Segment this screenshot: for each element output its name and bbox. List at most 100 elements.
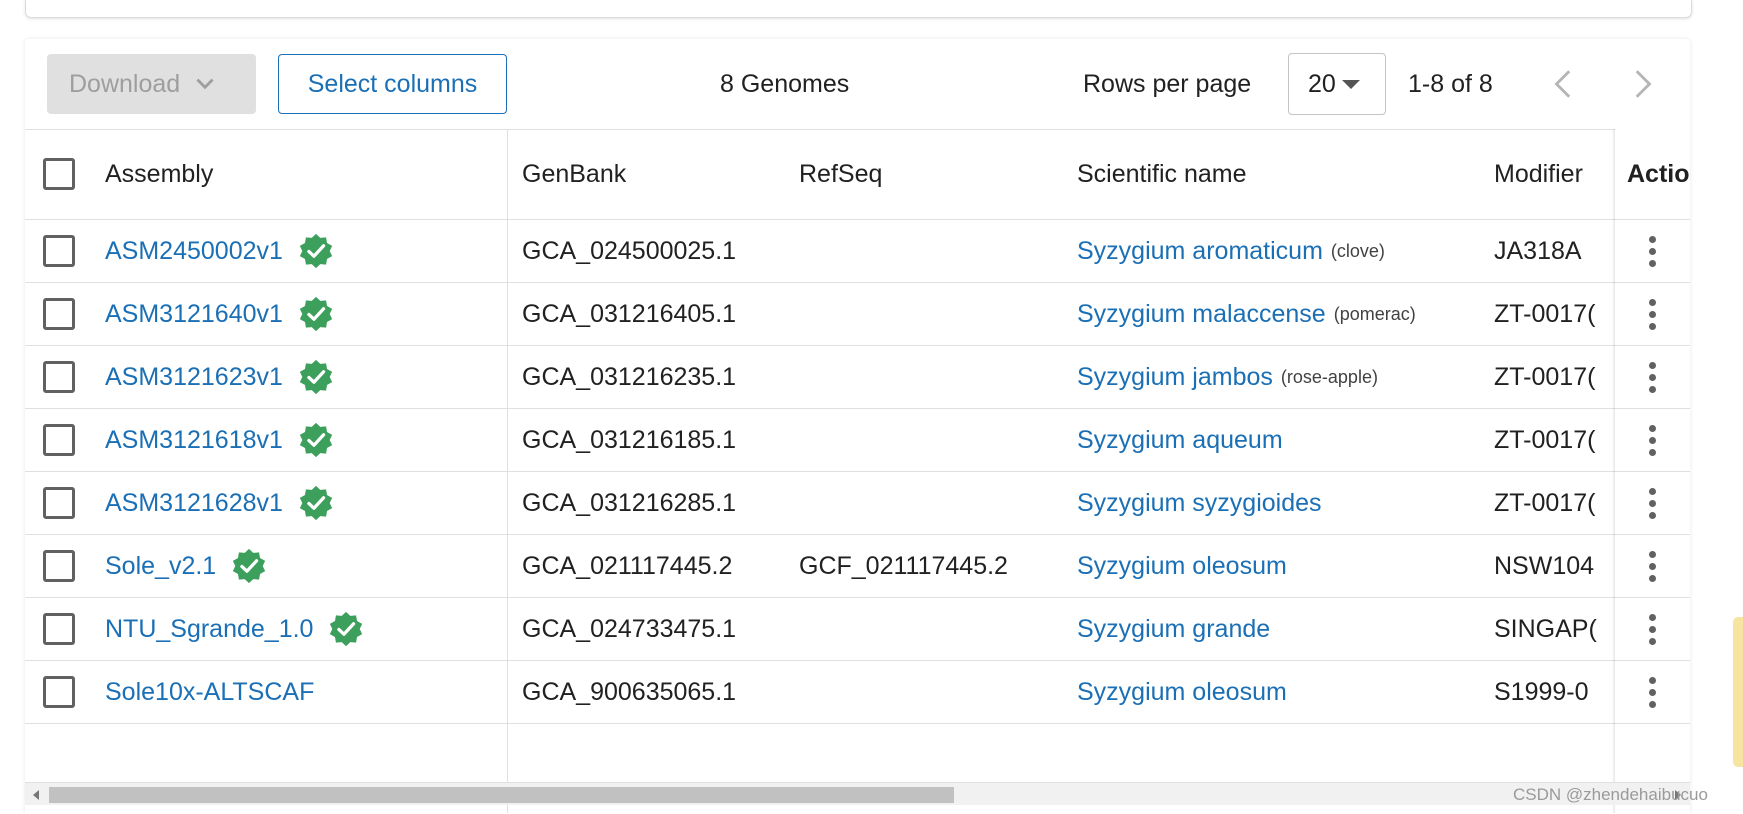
assembly-link[interactable]: Sole_v2.1 xyxy=(105,552,216,581)
column-header-scientific-name[interactable]: Scientific name xyxy=(1077,129,1497,219)
scientific-name-cell: Syzygium grande xyxy=(1077,598,1497,660)
scientific-name-link[interactable]: Syzygium aromaticum xyxy=(1077,237,1323,266)
verified-badge-icon xyxy=(330,611,363,647)
refseq-cell xyxy=(799,283,1064,345)
assembly-link[interactable]: ASM3121640v1 xyxy=(105,300,283,329)
modifier-cell: ZT-0017( xyxy=(1494,425,1596,454)
actions-cell xyxy=(1615,283,1690,345)
download-button-label: Download xyxy=(69,69,181,98)
table-row: Sole_v2.1 GCA_021117445.2 GCF_021117445.… xyxy=(25,535,1690,598)
row-checkbox[interactable] xyxy=(43,424,75,456)
column-header-assembly[interactable]: Assembly xyxy=(105,129,505,219)
scientific-name-link[interactable]: Syzygium aqueum xyxy=(1077,426,1283,455)
scientific-name-link[interactable]: Syzygium jambos xyxy=(1077,363,1273,392)
sticky-column-shadow xyxy=(1612,129,1615,813)
assembly-link[interactable]: ASM2450002v1 xyxy=(105,237,283,266)
verified-badge-icon xyxy=(299,422,333,458)
next-page-button[interactable] xyxy=(1618,61,1664,107)
scientific-name-link[interactable]: Syzygium grande xyxy=(1077,615,1270,644)
more-vert-icon[interactable] xyxy=(1649,359,1657,395)
more-vert-icon[interactable] xyxy=(1649,548,1657,584)
common-name: (pomerac) xyxy=(1333,303,1416,324)
scientific-name-link[interactable]: Syzygium oleosum xyxy=(1077,678,1287,707)
horizontal-scrollbar[interactable] xyxy=(25,782,1690,805)
assembly-cell: ASM2450002v1 xyxy=(105,220,505,282)
row-check-cell xyxy=(43,283,83,345)
row-check-cell xyxy=(43,598,83,660)
row-check-cell xyxy=(43,346,83,408)
row-check-cell xyxy=(43,535,83,597)
chevron-down-icon xyxy=(196,78,214,90)
common-name: (clove) xyxy=(1330,240,1385,261)
watermark: CSDN @zhendehaibucuo xyxy=(1513,785,1708,804)
row-checkbox[interactable] xyxy=(43,487,75,519)
table-toolbar: Download Select columns 8 Genomes Rows p… xyxy=(25,39,1690,130)
assembly-cell: Sole_v2.1 xyxy=(105,535,505,597)
assembly-link[interactable]: ASM3121618v1 xyxy=(105,426,283,455)
refseq-cell xyxy=(799,661,1064,723)
select-all-cell xyxy=(43,129,83,219)
more-vert-icon[interactable] xyxy=(1649,422,1657,458)
column-header-refseq[interactable]: RefSeq xyxy=(799,129,1064,219)
scientific-name-link[interactable]: Syzygium malaccense xyxy=(1077,300,1326,329)
chevron-left-icon xyxy=(1554,70,1571,98)
more-vert-icon[interactable] xyxy=(1649,233,1657,269)
column-header-modifier[interactable]: Modifier xyxy=(1494,129,1615,219)
modifier-cell: ZT-0017( xyxy=(1494,488,1596,517)
scientific-name-cell: Syzygium oleosum xyxy=(1077,661,1497,723)
previous-page-button[interactable] xyxy=(1542,61,1588,107)
column-header-genbank[interactable]: GenBank xyxy=(522,129,782,219)
assembly-link[interactable]: NTU_Sgrande_1.0 xyxy=(105,615,313,644)
assembly-cell: ASM3121640v1 xyxy=(105,283,505,345)
refseq-cell xyxy=(799,472,1064,534)
side-accent-tab[interactable] xyxy=(1733,617,1743,767)
actions-cell xyxy=(1615,220,1690,282)
scientific-name-link[interactable]: Syzygium syzygioides xyxy=(1077,489,1322,518)
verified-badge-icon xyxy=(299,359,333,395)
column-divider xyxy=(507,129,508,813)
assembly-link[interactable]: Sole10x-ALTSCAF xyxy=(105,678,314,707)
modifier-cell: ZT-0017( xyxy=(1494,362,1596,391)
download-button[interactable]: Download xyxy=(47,54,256,114)
refseq-cell xyxy=(799,409,1064,471)
modifier-cell: JA318A xyxy=(1494,236,1582,265)
scroll-left-arrow-icon[interactable] xyxy=(33,790,39,800)
verified-badge-icon xyxy=(299,296,333,332)
more-vert-icon[interactable] xyxy=(1649,485,1657,521)
table-row: NTU_Sgrande_1.0 GCA_024733475.1 Syzygium… xyxy=(25,598,1690,661)
row-checkbox[interactable] xyxy=(43,676,75,708)
row-checkbox[interactable] xyxy=(43,235,75,267)
more-vert-icon[interactable] xyxy=(1649,674,1657,710)
rows-per-page-label: Rows per page xyxy=(1083,70,1252,98)
scientific-name-cell: Syzygium oleosum xyxy=(1077,535,1497,597)
more-vert-icon[interactable] xyxy=(1649,611,1657,647)
assembly-link[interactable]: ASM3121628v1 xyxy=(105,489,283,518)
refseq-cell: GCF_021117445.2 xyxy=(799,551,1008,580)
table-row: ASM2450002v1 GCA_024500025.1 Syzygium ar… xyxy=(25,220,1690,283)
select-all-checkbox[interactable] xyxy=(43,158,75,190)
row-checkbox[interactable] xyxy=(43,550,75,582)
select-columns-button[interactable]: Select columns xyxy=(278,54,507,114)
table-row: ASM3121618v1 GCA_031216185.1 Syzygium aq… xyxy=(25,409,1690,472)
modifier-cell: S1999-0 xyxy=(1494,677,1589,706)
row-checkbox[interactable] xyxy=(43,298,75,330)
refseq-cell xyxy=(799,598,1064,660)
genbank-cell: GCA_031216285.1 xyxy=(522,488,737,517)
assembly-cell: NTU_Sgrande_1.0 xyxy=(105,598,505,660)
scrollbar-thumb[interactable] xyxy=(49,787,954,803)
table-row: ASM3121623v1 GCA_031216235.1 Syzygium ja… xyxy=(25,346,1690,409)
row-checkbox[interactable] xyxy=(43,361,75,393)
assembly-cell: ASM3121628v1 xyxy=(105,472,505,534)
column-header-action: Actio xyxy=(1615,129,1690,219)
scientific-name-link[interactable]: Syzygium oleosum xyxy=(1077,552,1287,581)
assembly-link[interactable]: ASM3121623v1 xyxy=(105,363,283,392)
table-row: Sole10x-ALTSCAF GCA_900635065.1 Syzygium… xyxy=(25,661,1690,724)
actions-cell xyxy=(1615,346,1690,408)
genbank-cell: GCA_031216235.1 xyxy=(522,362,737,391)
table-header-row: Assembly GenBank RefSeq Scientific name … xyxy=(25,129,1690,220)
row-checkbox[interactable] xyxy=(43,613,75,645)
table-row: ASM3121628v1 GCA_031216285.1 Syzygium sy… xyxy=(25,472,1690,535)
previous-card xyxy=(25,0,1692,18)
rows-per-page-select[interactable]: 20 xyxy=(1288,53,1386,115)
more-vert-icon[interactable] xyxy=(1649,296,1657,332)
